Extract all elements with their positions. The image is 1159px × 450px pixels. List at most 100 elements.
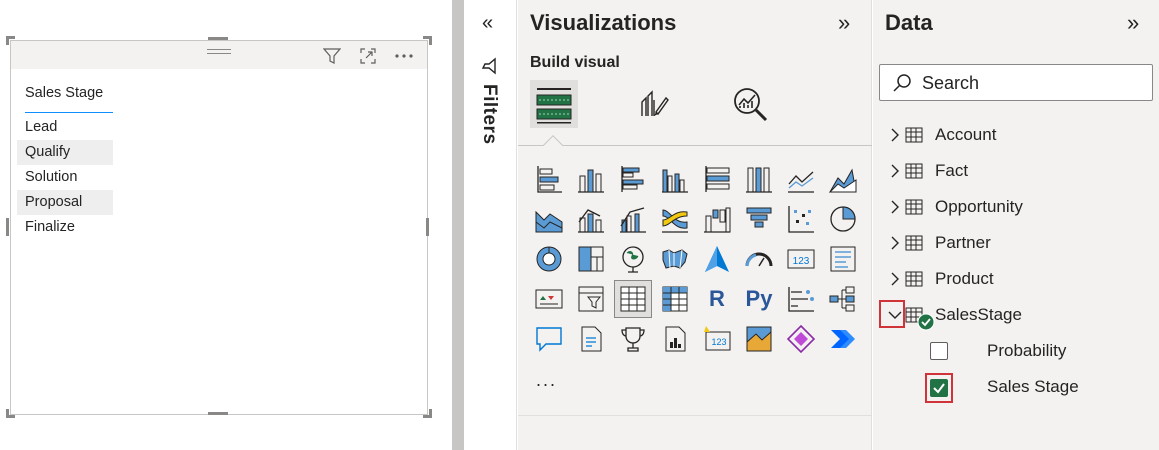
- filters-label[interactable]: Filters: [478, 84, 500, 145]
- chevron-right-icon[interactable]: [887, 199, 903, 215]
- treemap-icon[interactable]: [572, 240, 610, 278]
- table-icon[interactable]: [614, 280, 652, 318]
- drag-grip-icon[interactable]: [207, 49, 231, 59]
- filter-icon[interactable]: [321, 45, 343, 67]
- r-visual-icon[interactable]: R: [698, 280, 736, 318]
- field-probability-label[interactable]: Probability: [987, 341, 1066, 361]
- pane-divider: [452, 0, 464, 450]
- clustered-bar-chart-icon[interactable]: [614, 160, 652, 198]
- area-chart-icon[interactable]: [824, 160, 862, 198]
- table-item-account[interactable]: Account: [881, 120, 1151, 150]
- filters-pane-collapsed[interactable]: « Filters: [464, 0, 517, 450]
- power-automate-icon[interactable]: [824, 320, 862, 358]
- card-icon[interactable]: 123: [782, 240, 820, 278]
- slicer-icon[interactable]: [572, 280, 610, 318]
- line-stacked-column-chart-icon[interactable]: [572, 200, 610, 238]
- line-chart-icon[interactable]: [782, 160, 820, 198]
- table-item-opportunity[interactable]: Opportunity: [881, 192, 1151, 222]
- table-icon: [905, 271, 923, 287]
- more-options-icon[interactable]: [393, 45, 415, 67]
- smart-narrative-icon[interactable]: [572, 320, 610, 358]
- format-visual-tab[interactable]: [628, 80, 676, 128]
- focus-mode-icon[interactable]: [357, 45, 379, 67]
- azure-map-icon[interactable]: [698, 240, 736, 278]
- resize-handle[interactable]: [208, 412, 228, 415]
- table-row[interactable]: Solution: [17, 165, 113, 190]
- power-apps-icon[interactable]: [782, 320, 820, 358]
- table-row[interactable]: Proposal: [17, 190, 113, 215]
- goals-icon[interactable]: [614, 320, 652, 358]
- table-item-fact[interactable]: Fact: [881, 156, 1151, 186]
- funnel-chart-icon[interactable]: [740, 200, 778, 238]
- table-label: Opportunity: [935, 197, 1023, 216]
- table-item-salesstage[interactable]: SalesStage: [881, 300, 1151, 331]
- table-label: Account: [935, 125, 997, 144]
- data-pane-title: Data: [885, 10, 933, 35]
- line-clustered-column-chart-icon[interactable]: [614, 200, 652, 238]
- clustered-column-chart-icon[interactable]: [656, 160, 694, 198]
- stacked-column-chart-icon[interactable]: [572, 160, 610, 198]
- arcgis-map-icon[interactable]: [740, 320, 778, 358]
- key-influencers-icon[interactable]: [782, 280, 820, 318]
- collapse-data-icon[interactable]: »: [1127, 10, 1139, 36]
- map-icon[interactable]: [614, 240, 652, 278]
- tab-separator: [518, 145, 872, 146]
- filled-map-icon[interactable]: [656, 240, 694, 278]
- stacked-bar-chart-icon[interactable]: [530, 160, 568, 198]
- build-visual-label: Build visual: [530, 54, 620, 71]
- table-item-partner[interactable]: Partner: [881, 228, 1151, 258]
- qa-icon[interactable]: [530, 320, 568, 358]
- analytics-tab[interactable]: [726, 80, 774, 128]
- resize-handle[interactable]: [423, 36, 432, 45]
- kpi-icon[interactable]: [530, 280, 568, 318]
- table-label: Partner: [935, 233, 991, 252]
- resize-handle[interactable]: [6, 36, 15, 45]
- table-row[interactable]: Qualify: [17, 140, 113, 165]
- sales-stage-checkbox[interactable]: [930, 379, 948, 397]
- gauge-icon[interactable]: [740, 240, 778, 278]
- search-input[interactable]: Search: [879, 64, 1153, 101]
- table-label: Product: [935, 269, 994, 288]
- 100-stacked-column-chart-icon[interactable]: [740, 160, 778, 198]
- python-visual-label: Py: [745, 286, 773, 311]
- probability-checkbox[interactable]: [930, 342, 948, 360]
- multi-row-card-icon[interactable]: [824, 240, 862, 278]
- resize-handle[interactable]: [6, 409, 15, 418]
- build-visual-tab[interactable]: [530, 80, 578, 128]
- ribbon-chart-icon[interactable]: [656, 200, 694, 238]
- 100-stacked-bar-chart-icon[interactable]: [698, 160, 736, 198]
- stacked-area-chart-icon[interactable]: [530, 200, 568, 238]
- filter-funnel-icon: [479, 56, 499, 81]
- r-visual-label: R: [709, 286, 725, 311]
- chevron-right-icon[interactable]: [887, 235, 903, 251]
- new-card-icon[interactable]: 123: [698, 320, 736, 358]
- table-item-product[interactable]: Product: [881, 264, 1151, 294]
- table-icon: [905, 235, 923, 251]
- chevron-right-icon[interactable]: [887, 127, 903, 143]
- search-placeholder: Search: [922, 73, 980, 93]
- waterfall-chart-icon[interactable]: [698, 200, 736, 238]
- decomposition-tree-icon[interactable]: [824, 280, 862, 318]
- pie-chart-icon[interactable]: [824, 200, 862, 238]
- chevron-right-icon[interactable]: [887, 163, 903, 179]
- table-visual[interactable]: Sales Stage Lead Qualify Solution Propos…: [10, 40, 428, 415]
- donut-chart-icon[interactable]: [530, 240, 568, 278]
- table-row[interactable]: Lead: [17, 115, 113, 140]
- report-canvas[interactable]: Sales Stage Lead Qualify Solution Propos…: [0, 0, 452, 450]
- resize-handle[interactable]: [423, 409, 432, 418]
- resize-handle[interactable]: [426, 218, 429, 236]
- resize-handle[interactable]: [208, 37, 228, 40]
- collapse-visualizations-icon[interactable]: »: [838, 10, 850, 36]
- collapse-filters-icon[interactable]: «: [482, 12, 493, 35]
- table-column-header[interactable]: Sales Stage: [25, 81, 113, 113]
- chevron-right-icon[interactable]: [887, 271, 903, 287]
- paginated-report-icon[interactable]: [656, 320, 694, 358]
- field-sales-stage-label[interactable]: Sales Stage: [987, 377, 1079, 397]
- scatter-chart-icon[interactable]: [782, 200, 820, 238]
- python-visual-icon[interactable]: Py: [740, 280, 778, 318]
- matrix-icon[interactable]: [656, 280, 694, 318]
- resize-handle[interactable]: [6, 218, 9, 236]
- table-row[interactable]: Finalize: [17, 215, 113, 240]
- table-icon: [905, 199, 923, 215]
- more-visuals-icon[interactable]: ...: [536, 370, 557, 391]
